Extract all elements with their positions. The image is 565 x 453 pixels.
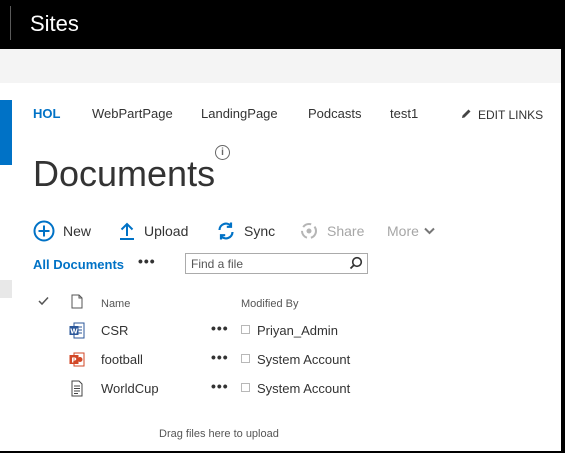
drop-zone-hint: Drag files here to upload <box>159 428 279 440</box>
top-bar: Sites <box>0 0 565 49</box>
presence-indicator <box>241 325 250 334</box>
accent-bar <box>0 100 12 165</box>
page-title: Documents <box>33 153 216 195</box>
edit-links-label: EDIT LINKS <box>478 108 544 122</box>
more-menu[interactable]: More <box>387 220 435 242</box>
table-row[interactable]: W CSR ••• Priyan_Admin <box>0 318 561 344</box>
svg-text:P: P <box>71 356 76 364</box>
search-icon[interactable] <box>349 256 363 275</box>
nav-link-test1[interactable]: test1 <box>390 106 418 122</box>
pencil-icon <box>461 107 472 123</box>
modified-by[interactable]: System Account <box>257 381 350 397</box>
edit-links-button[interactable]: EDIT LINKS <box>461 107 543 123</box>
column-header-name[interactable]: Name <box>101 297 130 311</box>
nav-link-hol[interactable]: HOL <box>33 106 60 122</box>
row-menu-button[interactable]: ••• <box>211 349 229 365</box>
upload-button[interactable]: Upload <box>118 220 188 242</box>
file-name[interactable]: CSR <box>101 323 128 339</box>
row-menu-button[interactable]: ••• <box>211 378 229 394</box>
presence-indicator <box>241 383 250 392</box>
more-label: More <box>387 223 419 239</box>
new-label: New <box>63 223 92 239</box>
chevron-down-icon <box>424 227 435 235</box>
select-all-checkmark[interactable] <box>38 294 49 309</box>
file-name[interactable]: WorldCup <box>101 381 159 397</box>
table-row[interactable]: P football ••• System Account <box>0 347 561 373</box>
sync-icon <box>216 221 236 241</box>
nav-link-podcasts[interactable]: Podcasts <box>308 106 361 122</box>
presence-indicator <box>241 354 250 363</box>
find-file-input[interactable] <box>191 255 341 272</box>
right-border <box>561 49 565 453</box>
suite-bar <box>0 49 561 83</box>
view-more-button[interactable]: ••• <box>138 253 156 269</box>
nav-link-webpartpage[interactable]: WebPartPage <box>92 106 173 122</box>
upload-icon <box>118 221 136 241</box>
info-icon[interactable]: i <box>215 145 230 160</box>
view-selector-all-documents[interactable]: All Documents <box>33 257 124 273</box>
svg-text:W: W <box>70 327 78 335</box>
nav-link-landingpage[interactable]: LandingPage <box>201 106 278 122</box>
left-scroll-marker <box>0 280 12 298</box>
powerpoint-icon: P <box>69 351 85 373</box>
top-bar-divider <box>10 6 11 40</box>
modified-by[interactable]: Priyan_Admin <box>257 323 338 339</box>
plus-circle-icon <box>33 220 55 242</box>
share-button[interactable]: Share <box>299 220 364 242</box>
site-title[interactable]: Sites <box>30 10 79 38</box>
new-button[interactable]: New <box>33 220 91 242</box>
column-header-modified-by[interactable]: Modified By <box>241 297 298 311</box>
word-doc-icon: W <box>69 322 85 344</box>
window: Sites HOL WebPartPage LandingPage Podcas… <box>0 0 565 453</box>
sync-button[interactable]: Sync <box>216 220 275 242</box>
table-row[interactable]: WorldCup ••• System Account <box>0 376 561 402</box>
file-name[interactable]: football <box>101 352 143 368</box>
generic-doc-icon <box>69 380 85 402</box>
row-menu-button[interactable]: ••• <box>211 320 229 336</box>
sync-label: Sync <box>244 223 276 239</box>
share-icon <box>299 221 319 241</box>
upload-label: Upload <box>144 223 189 239</box>
find-file-search-box[interactable] <box>185 253 368 274</box>
share-label: Share <box>327 223 365 239</box>
modified-by[interactable]: System Account <box>257 352 350 368</box>
document-type-column-icon <box>71 294 83 314</box>
